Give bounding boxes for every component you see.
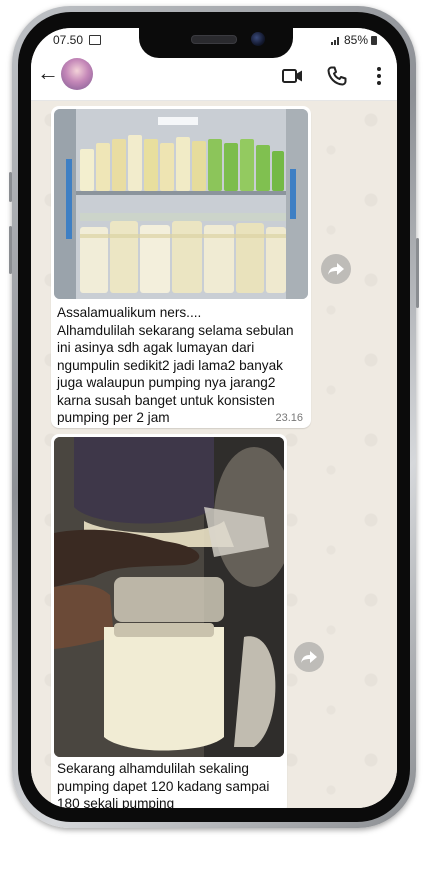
volume-up-button	[9, 172, 12, 202]
message-time: 23.16	[275, 412, 303, 424]
voice-call-icon[interactable]	[325, 64, 349, 88]
volume-down-button	[9, 226, 12, 274]
camera-notch	[139, 28, 293, 58]
arrow-left-icon[interactable]: ←	[37, 62, 59, 84]
status-time: 07.50	[53, 33, 84, 47]
signal-icon	[330, 35, 341, 45]
message-bubble[interactable]: Assalamualikum ners.... Alhamdulilah sek…	[51, 106, 311, 428]
more-vertical-icon[interactable]	[367, 64, 391, 88]
earpiece-speaker	[191, 35, 237, 44]
power-button	[416, 238, 419, 308]
contact-avatar[interactable]	[61, 58, 93, 90]
message-text: Assalamualikum ners.... Alhamdulilah sek…	[57, 305, 294, 425]
battery-percent: 85%	[343, 33, 368, 47]
photo-breastmilk-bags-freezer[interactable]	[54, 109, 308, 299]
message-text: Sekarang alhamdulilah sekaling pumping d…	[57, 761, 270, 808]
battery-icon	[371, 35, 377, 45]
phone-screen: 07.50 85% ← Assalamualikum ners.... Alha…	[31, 28, 397, 808]
front-camera	[251, 32, 265, 46]
video-call-icon[interactable]	[281, 64, 305, 88]
image-notification-icon	[89, 35, 101, 45]
forward-icon[interactable]	[321, 254, 351, 284]
photo-breast-pump-bottle[interactable]	[54, 437, 284, 757]
chat-header: ←	[31, 52, 397, 101]
message-bubble[interactable]: Sekarang alhamdulilah sekaling pumping d…	[51, 434, 287, 808]
forward-icon[interactable]	[294, 642, 324, 672]
